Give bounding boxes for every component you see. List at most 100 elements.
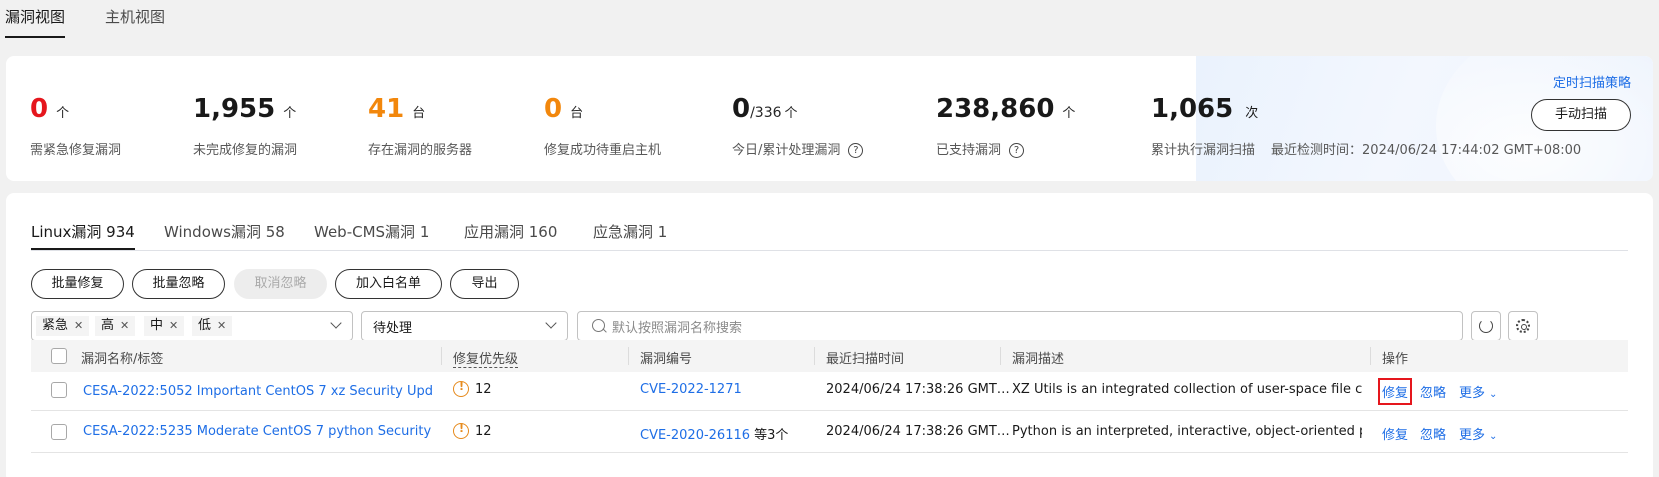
table-row: CESA-2022:5052 Important CentOS 7 xz Sec… [31, 369, 1628, 411]
vuln-desc: Python is an interpreted, interactive, o… [1012, 424, 1362, 439]
settings-button[interactable] [1508, 311, 1538, 341]
stat-unit: 个 [56, 106, 70, 121]
stat-label-wrap: 今日/累计处理漏洞? [732, 139, 864, 158]
close-icon[interactable]: ✕ [74, 319, 83, 332]
scan-time: 2024/06/24 17:38:26 GMT… [826, 424, 1010, 439]
last-check-time: 2024/06/24 17:44:02 GMT+08:00 [1362, 143, 1582, 158]
column-divider [1000, 347, 1001, 365]
row-checkbox[interactable] [51, 424, 67, 440]
cve-link[interactable]: CVE-2020-26116 [640, 428, 750, 443]
manual-scan-button[interactable]: 手动扫描 [1531, 99, 1631, 131]
add-whitelist-button[interactable]: 加入白名单 [335, 269, 442, 299]
tab-web-cms[interactable]: Web-CMS漏洞 1 [314, 221, 429, 242]
vuln-list-panel: Linux漏洞 934 Windows漏洞 58 Web-CMS漏洞 1 应用漏… [6, 193, 1653, 477]
scan-time: 2024/06/24 17:38:26 GMT… [826, 382, 1010, 397]
question-icon[interactable]: ? [848, 143, 864, 158]
stat-supported: 238,860 个 已支持漏洞? [936, 94, 1075, 158]
tab-linux[interactable]: Linux漏洞 934 [31, 221, 135, 250]
priority-icon [453, 422, 469, 439]
column-divider [1370, 347, 1371, 365]
stat-urgent: 0个 需紧急修复漏洞 [30, 94, 121, 158]
cve-extra[interactable]: 等3个 [754, 428, 788, 443]
cancel-ignore-button[interactable]: 取消忽略 [234, 269, 327, 299]
column-divider [441, 347, 442, 365]
tab-host-view[interactable]: 主机视图 [105, 6, 165, 27]
stat-value: 41 [368, 94, 405, 124]
vuln-name-link[interactable]: CESA-2022:5235 Moderate CentOS 7 python … [83, 424, 433, 439]
stat-processed: 0/336 个 今日/累计处理漏洞? [732, 94, 864, 158]
ignore-link[interactable]: 忽略 [1420, 424, 1446, 443]
more-label: 更多 [1459, 428, 1486, 443]
tab-application[interactable]: 应用漏洞 160 [464, 221, 557, 242]
severity-filter[interactable]: 紧急 ✕ 高 ✕ 中 ✕ 低 ✕ [31, 311, 353, 341]
close-icon[interactable]: ✕ [217, 319, 226, 332]
search-input[interactable]: 默认按照漏洞名称搜索 [577, 311, 1463, 341]
stat-reboot: 0台 修复成功待重启主机 [544, 94, 661, 158]
tab-vuln-view[interactable]: 漏洞视图 [5, 6, 66, 38]
row-checkbox[interactable] [51, 382, 67, 398]
export-button[interactable]: 导出 [450, 269, 519, 299]
scan-count: 1,065 次 累计执行漏洞扫描 最近检测时间：2024/06/24 17:44:0… [1151, 94, 1581, 158]
more-link[interactable]: 更多 ⌄ [1459, 382, 1497, 401]
ignore-link[interactable]: 忽略 [1420, 382, 1446, 401]
stat-label: 存在漏洞的服务器 [368, 143, 473, 158]
chip-high: 高 ✕ [95, 316, 136, 336]
close-icon[interactable]: ✕ [120, 319, 129, 332]
fix-link[interactable]: 修复 [1382, 424, 1408, 443]
column-divider [628, 347, 629, 365]
vuln-name-link[interactable]: CESA-2022:5052 Important CentOS 7 xz Sec… [83, 384, 433, 399]
priority-value: 12 [475, 424, 492, 439]
stat-label: 已支持漏洞 [936, 143, 1002, 158]
vuln-name-cell: CESA-2022:5052 Important CentOS 7 xz Sec… [83, 382, 433, 399]
col-id: 漏洞编号 [640, 352, 693, 367]
scan-panel: 定时扫描策略 手动扫描 1,065 次 累计执行漏洞扫描 最近检测时间：2024/0… [1151, 56, 1653, 181]
stat-unit: 台 [412, 106, 426, 121]
chevron-down-icon: ⌄ [1489, 431, 1498, 442]
column-divider [814, 347, 815, 365]
scan-count-label: 累计执行漏洞扫描 [1151, 143, 1256, 158]
close-icon[interactable]: ✕ [169, 319, 178, 332]
tab-emergency[interactable]: 应急漏洞 1 [593, 221, 667, 242]
chevron-down-icon[interactable] [546, 320, 556, 330]
col-priority[interactable]: 修复优先级 [453, 348, 519, 368]
stat-label: 未完成修复的漏洞 [193, 143, 298, 158]
stat-label: 修复成功待重启主机 [544, 143, 662, 158]
chevron-down-icon[interactable] [331, 320, 341, 330]
fix-link[interactable]: 修复 [1377, 378, 1413, 405]
more-label: 更多 [1459, 386, 1486, 401]
status-select[interactable]: 待处理 [361, 311, 568, 341]
priority-icon [453, 380, 469, 397]
search-placeholder: 默认按照漏洞名称搜索 [612, 321, 743, 336]
cve-link[interactable]: CVE-2022-1271 [640, 382, 742, 397]
stat-value: 0 [30, 94, 49, 124]
tab-windows[interactable]: Windows漏洞 58 [164, 221, 285, 242]
question-icon[interactable]: ? [1009, 143, 1025, 158]
chip-urgent: 紧急 ✕ [36, 316, 90, 336]
chip-label: 紧急 [42, 318, 69, 333]
col-scan-time: 最近扫描时间 [826, 352, 905, 367]
status-value: 待处理 [373, 321, 413, 336]
scan-policy-link[interactable]: 定时扫描策略 [1553, 72, 1631, 91]
batch-ignore-button[interactable]: 批量忽略 [132, 269, 225, 299]
chip-low: 低 ✕ [192, 316, 233, 336]
vuln-name-cell: CESA-2022:5235 Moderate CentOS 7 python … [83, 424, 433, 439]
cve-cell: CVE-2020-26116 等3个 [640, 424, 788, 443]
stat-unit: 个 [784, 106, 798, 121]
chip-medium: 中 ✕ [144, 316, 185, 336]
select-all-checkbox[interactable] [51, 348, 67, 364]
stat-label-wrap: 已支持漏洞? [936, 139, 1025, 158]
col-desc: 漏洞描述 [1012, 352, 1065, 367]
stat-value: 238,860 [936, 94, 1055, 124]
col-name: 漏洞名称/标签 [81, 352, 164, 367]
batch-fix-button[interactable]: 批量修复 [31, 269, 124, 299]
chevron-down-icon: ⌄ [1489, 389, 1498, 400]
priority-value: 12 [475, 382, 492, 397]
refresh-button[interactable] [1471, 311, 1501, 341]
refresh-icon [1479, 319, 1493, 333]
stat-value: 1,955 [193, 94, 276, 124]
stat-value: 0 [732, 94, 751, 124]
gear-icon [1516, 319, 1530, 333]
stat-unit: 个 [283, 106, 297, 121]
chip-label: 低 [198, 318, 212, 333]
more-link[interactable]: 更多 ⌄ [1459, 424, 1497, 443]
